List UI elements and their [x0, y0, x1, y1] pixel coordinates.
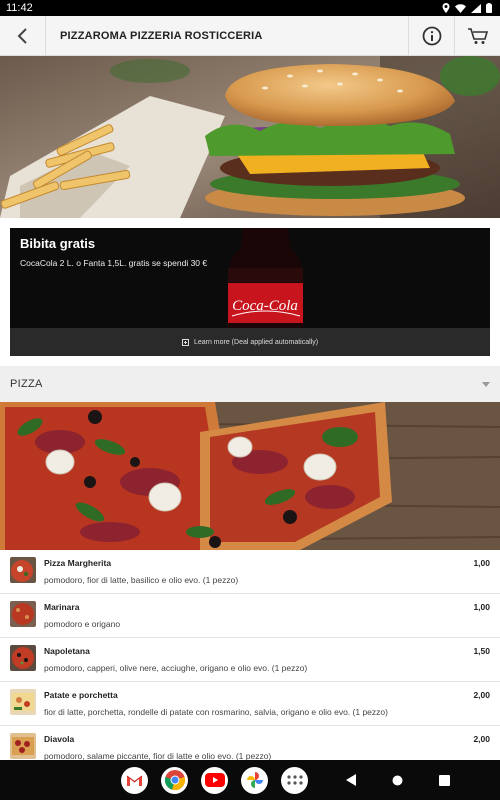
item-description: pomodoro, capperi, olive nere, acciughe,… — [44, 663, 308, 673]
status-time: 11:42 — [6, 2, 33, 14]
app-drawer-icon[interactable] — [281, 766, 308, 794]
status-icons — [442, 3, 492, 13]
item-thumbnail — [10, 645, 36, 671]
recents-square-icon[interactable] — [439, 774, 450, 786]
battery-icon — [486, 3, 492, 13]
back-triangle-icon[interactable] — [346, 774, 356, 786]
hero-image — [0, 56, 500, 218]
wifi-icon — [455, 3, 466, 13]
item-name: Patate e porchetta — [44, 690, 118, 700]
item-thumbnail — [10, 733, 36, 759]
app-dock — [121, 766, 308, 794]
menu-item[interactable]: Patate e porchetta fior di latte, porche… — [0, 682, 500, 726]
home-circle-icon[interactable] — [392, 775, 403, 786]
cart-button[interactable] — [454, 15, 500, 56]
youtube-icon[interactable] — [201, 766, 228, 794]
signal-icon — [471, 3, 481, 13]
item-name: Pizza Margherita — [44, 558, 112, 568]
promo-banner[interactable]: Coca-Cola Bibita gratis CocaCola 2 L. o … — [10, 228, 490, 356]
category-title: PIZZA — [10, 378, 43, 390]
item-price: 2,00 — [473, 690, 490, 700]
system-nav-bar — [0, 760, 500, 800]
system-buttons — [346, 774, 450, 786]
info-icon — [422, 26, 441, 45]
location-icon — [442, 3, 450, 13]
item-price: 1,00 — [473, 602, 490, 612]
item-name: Napoletana — [44, 646, 90, 656]
chevron-left-icon — [17, 27, 27, 44]
status-bar: 11:42 — [0, 0, 500, 16]
item-price: 1,50 — [473, 646, 490, 656]
dropdown-caret-icon — [482, 381, 490, 387]
expand-icon — [181, 338, 189, 346]
info-button[interactable] — [408, 15, 454, 56]
item-thumbnail — [10, 601, 36, 627]
category-image — [0, 402, 500, 550]
page-title: PIZZAROMA PIZZERIA ROSTICCERIA — [60, 29, 263, 42]
menu-item[interactable]: Napoletana pomodoro, capperi, olive nere… — [0, 638, 500, 682]
item-thumbnail — [10, 557, 36, 583]
item-price: 2,00 — [473, 734, 490, 744]
item-description: pomodoro, fior di latte, basilico e olio… — [44, 575, 239, 585]
app-bar: PIZZAROMA PIZZERIA ROSTICCERIA — [0, 15, 500, 56]
item-description: fior di latte, porchetta, rondelle di pa… — [44, 707, 388, 717]
item-name: Diavola — [44, 734, 75, 744]
promo-title: Bibita gratis — [20, 236, 96, 251]
menu-item[interactable]: Pizza Margherita pomodoro, fior di latte… — [0, 550, 500, 594]
menu-item[interactable]: Marinara pomodoro e origano 1,00 — [0, 594, 500, 638]
chrome-icon[interactable] — [161, 766, 188, 794]
gmail-icon[interactable] — [121, 766, 148, 794]
svg-text:Coca-Cola: Coca-Cola — [232, 298, 298, 314]
menu-list: Pizza Margherita pomodoro, fior di latte… — [0, 550, 500, 770]
cart-icon — [467, 27, 488, 44]
photos-icon[interactable] — [241, 766, 268, 794]
coca-cola-bottle-image: Coca-Cola — [218, 228, 313, 333]
item-thumbnail — [10, 689, 36, 715]
item-description: pomodoro e origano — [44, 619, 121, 629]
promo-learn-more[interactable]: Learn more (Deal applied automatically) — [10, 328, 490, 356]
category-header[interactable]: PIZZA — [0, 366, 500, 402]
item-name: Marinara — [44, 602, 80, 612]
back-button[interactable] — [0, 15, 46, 56]
item-price: 1,00 — [473, 558, 490, 568]
promo-description: CocaCola 2 L. o Fanta 1,5L. gratis se sp… — [20, 258, 208, 268]
promo-footer-text: Learn more (Deal applied automatically) — [193, 338, 319, 346]
